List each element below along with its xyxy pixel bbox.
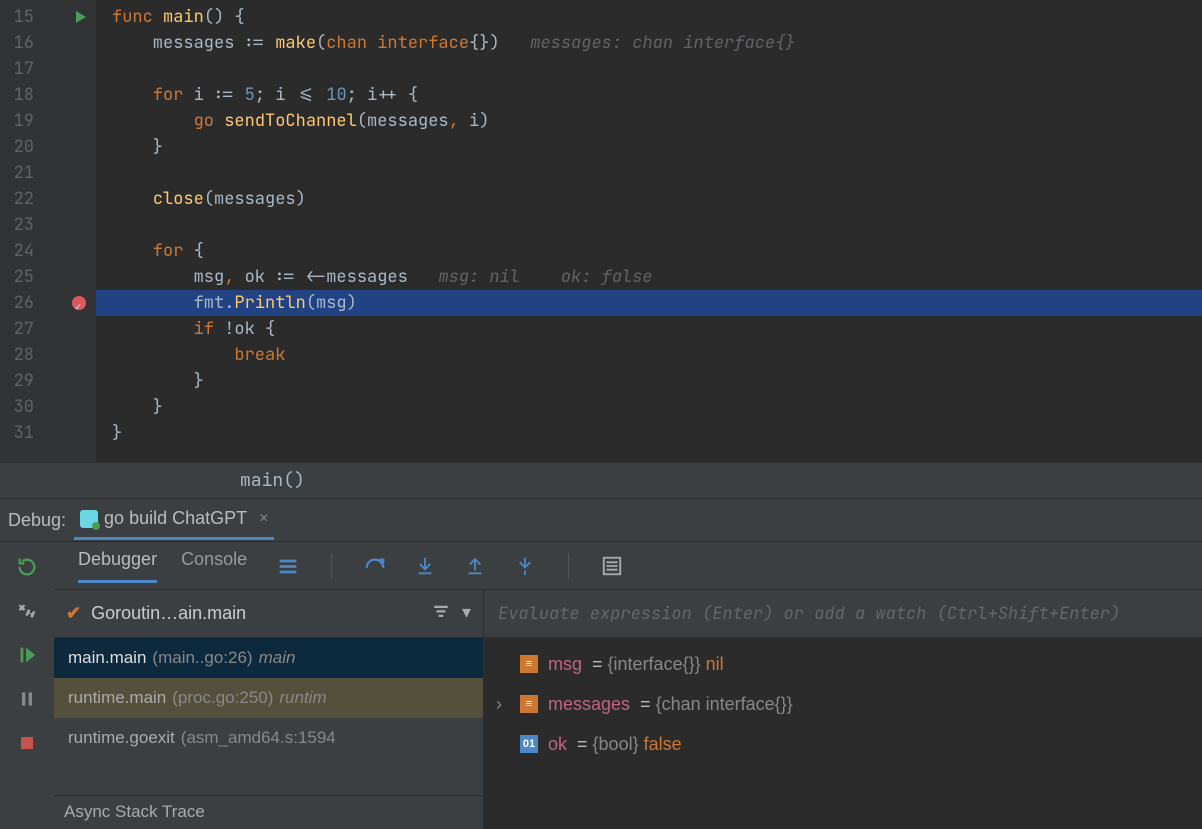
stack-frame[interactable]: main.main(main..go:26)main [54,638,483,678]
frames-panel: ✔ Goroutin…ain.main ▾ main.main(main..go… [54,590,484,829]
run-gutter-icon[interactable] [76,11,86,23]
stop-icon[interactable] [14,730,40,756]
separator [331,553,332,579]
debug-tabs: Debugger Console [54,549,247,583]
frames-list[interactable]: main.main(main..go:26)mainruntime.main(p… [54,638,483,795]
debug-body: Debugger Console ✔ Goroutin…ain.main [0,542,1202,829]
evaluate-input[interactable]: Evaluate expression (Enter) or add a wat… [484,590,1202,638]
debug-toolbar: Debugger Console [54,542,1202,590]
step-over-icon[interactable] [364,555,386,577]
context-bar: main() [0,462,1202,498]
debug-config-tab[interactable]: go build ChatGPT × [74,500,274,540]
rerun-icon[interactable] [14,554,40,580]
pause-icon[interactable] [14,686,40,712]
debug-toolwindow-header: Debug: go build ChatGPT × [0,498,1202,542]
var-type-icon: 01 [520,735,538,753]
evaluate-placeholder: Evaluate expression (Enter) or add a wat… [498,603,1120,625]
var-type-icon: ≡ [520,655,538,673]
variables-list[interactable]: ≡msg = {interface{}} nil›≡messages = {ch… [484,638,1202,829]
breakpoint-icon[interactable] [72,296,86,310]
resume-icon[interactable] [14,642,40,668]
variables-panel: Evaluate expression (Enter) or add a wat… [484,590,1202,829]
separator [568,553,569,579]
tab-console[interactable]: Console [181,549,247,583]
variable-row[interactable]: ≡msg = {interface{}} nil [484,644,1202,684]
thread-selector[interactable]: ✔ Goroutin…ain.main ▾ [54,590,483,638]
check-icon: ✔ [66,603,81,624]
close-icon[interactable]: × [259,510,268,528]
stack-frame[interactable]: runtime.main(proc.go:250)runtim [54,678,483,718]
debug-config-name: go build ChatGPT [104,508,247,529]
variable-row[interactable]: ›≡messages = {chan interface{}} [484,684,1202,724]
var-type-icon: ≡ [520,695,538,713]
evaluate-icon[interactable] [601,555,623,577]
expand-icon[interactable]: › [496,694,510,715]
thread-name: Goroutin…ain.main [91,603,246,624]
variable-row[interactable]: 01ok = {bool} false [484,724,1202,764]
step-into-icon[interactable] [414,555,436,577]
settings-icon[interactable] [14,598,40,624]
debug-left-rail [0,542,54,829]
code-editor[interactable]: 1516171819202122232425262728293031 func … [0,0,1202,498]
debug-label: Debug: [8,510,66,531]
async-stack-label: Async Stack Trace [54,795,483,829]
threads-icon[interactable] [277,555,299,577]
stack-frame[interactable]: runtime.goexit(asm_amd64.s:1594 [54,718,483,758]
step-out-icon[interactable] [464,555,486,577]
chevron-down-icon[interactable]: ▾ [462,602,471,625]
filter-icon[interactable] [432,602,450,625]
debug-step-icons [247,553,623,579]
run-to-cursor-icon[interactable] [514,555,536,577]
go-icon [80,510,98,528]
editor-gutter[interactable]: 1516171819202122232425262728293031 [0,0,96,462]
context-function: main() [240,469,305,492]
tab-debugger[interactable]: Debugger [78,549,157,583]
editor-code[interactable]: func main() { messages := make(chan inte… [96,0,1202,462]
